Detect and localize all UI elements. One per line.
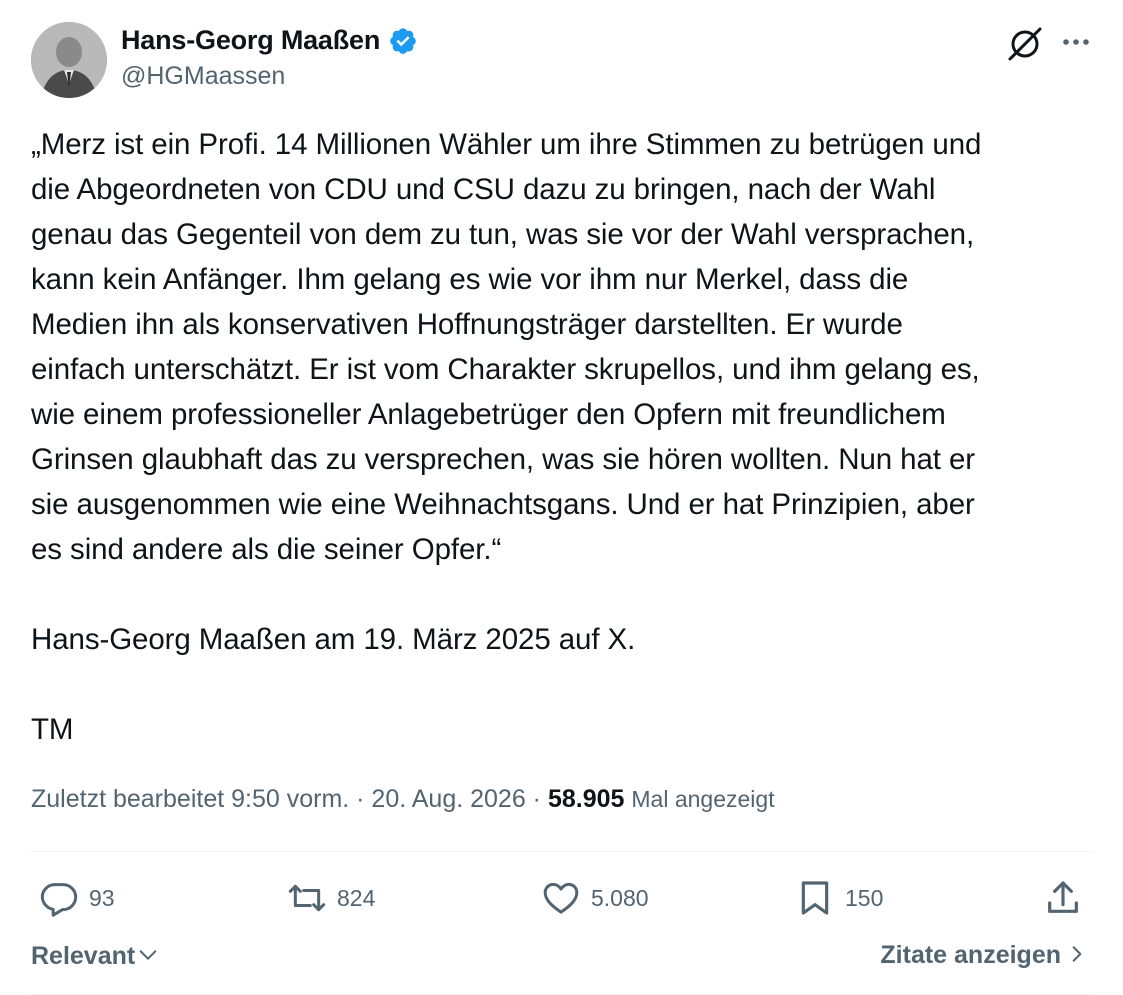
tweet-text-line: Medien ihn als konservativen Hoffnungstr… [31,308,903,341]
tweet-text-line: die Abgeordneten von CDU und CSU dazu zu… [31,173,936,206]
bookmark-count: 150 [845,884,884,911]
action-bar: 93 824 5.080 150 [31,870,1093,926]
grok-icon[interactable] [1005,24,1045,64]
edited-timestamp[interactable]: Zuletzt bearbeitet 9:50 vorm. · 20. Aug.… [31,785,541,813]
like-count: 5.080 [591,884,649,911]
view-quotes-link[interactable]: Zitate anzeigen [880,940,1087,971]
author-name-row: Hans-Georg Maaßen [121,25,418,56]
verified-badge-icon[interactable] [388,26,418,56]
avatar[interactable] [31,22,107,98]
share-icon [1043,878,1083,918]
share-button[interactable] [1043,870,1083,926]
bookmark-icon [795,878,835,918]
tweet-text: „Merz ist ein Profi. 14 Millionen Wähler… [31,122,1101,752]
reply-button[interactable]: 93 [39,870,115,926]
tweet-meta: Zuletzt bearbeitet 9:50 vorm. · 20. Aug.… [31,785,775,814]
views-count: 58.905 [547,785,625,813]
tweet-text-line: einfach unterschätzt. Er ist vom Charakt… [31,353,980,386]
repost-count: 824 [337,884,376,911]
repost-icon [287,878,327,918]
sort-replies-dropdown[interactable]: Relevant [31,940,159,973]
tweet-text-line: wie einem professioneller Anlagebetrüger… [31,398,946,431]
reply-count: 93 [89,884,115,911]
tweet-text-line: Grinsen glaubhaft das zu versprechen, wa… [31,443,975,476]
tweet-detail: Hans-Georg Maaßen @HGMaassen „Merz ist e… [0,0,1123,995]
quotes-label: Zitate anzeigen [880,941,1061,969]
tweet-attribution: Hans-Georg Maaßen am 19. März 2025 auf X… [31,623,636,656]
tweet-signature: TM [31,713,74,746]
reply-icon [39,878,79,918]
like-button[interactable]: 5.080 [541,870,649,926]
tweet-text-line: „Merz ist ein Profi. 14 Millionen Wähler… [31,128,982,161]
divider [31,851,1093,852]
more-icon[interactable] [1058,24,1094,60]
tweet-text-line: kann kein Anfänger. Ihm gelang es wie vo… [31,263,909,296]
bookmark-button[interactable]: 150 [795,870,883,926]
tweet-text-line: es sind andere als die seiner Opfer.“ [31,533,502,566]
tweet-text-line: genau das Gegenteil von dem zu tun, was … [31,218,975,251]
tweet-text-line: sie ausgenommen wie eine Weihnachtsgans.… [31,488,975,521]
views-label: Mal angezeigt [631,786,775,812]
chevron-down-icon [137,940,159,973]
sort-label: Relevant [31,942,136,970]
repost-button[interactable]: 824 [287,870,375,926]
author-display-name[interactable]: Hans-Georg Maaßen [121,25,380,56]
author-handle[interactable]: @HGMaassen [121,62,285,91]
heart-icon [541,878,581,918]
chevron-right-icon [1067,940,1087,971]
